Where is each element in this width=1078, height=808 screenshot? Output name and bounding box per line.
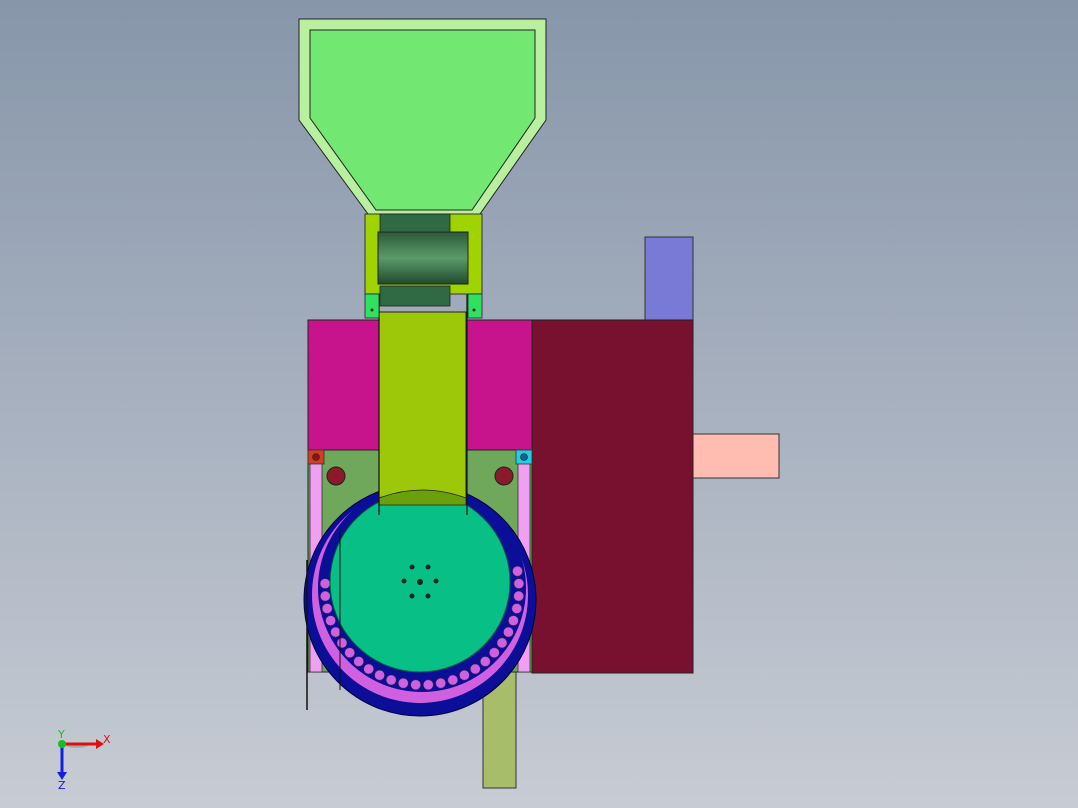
- rotor-tooth: [513, 590, 524, 602]
- rotor-tooth: [385, 674, 397, 686]
- rotor-tooth: [320, 590, 331, 602]
- rotor-tooth: [325, 615, 336, 626]
- rotor-tooth: [470, 663, 481, 675]
- x-axis-label: X: [103, 733, 111, 746]
- rotor-tooth: [319, 578, 331, 589]
- rotor-tooth: [353, 656, 364, 667]
- rotor-tooth: [511, 603, 523, 614]
- rotor-tooth: [459, 669, 470, 681]
- rotor-tooth: [363, 663, 374, 675]
- rotor-tooth: [374, 669, 385, 681]
- rotor-tooth: [344, 647, 355, 658]
- rotor-tooth: [512, 565, 523, 577]
- motor-block[interactable]: [644, 236, 694, 322]
- cad-viewport[interactable]: X Y Z: [0, 0, 1078, 808]
- z-axis-label: Z: [58, 779, 66, 792]
- rotor-tooth: [480, 656, 491, 667]
- rotor-tooth: [447, 674, 459, 686]
- rotor-tooth: [489, 647, 500, 658]
- rotor-tooth: [398, 677, 409, 689]
- y-axis-label: Y: [57, 728, 65, 741]
- rotor-tooth: [435, 677, 446, 689]
- rotor[interactable]: [318, 484, 526, 692]
- rotor-tooth: [410, 679, 421, 691]
- feed-roller[interactable]: [364, 213, 483, 319]
- axis-triad: X Y Z: [57, 728, 111, 792]
- rotor-tooth: [330, 626, 341, 638]
- hopper[interactable]: [298, 18, 547, 215]
- side-housing[interactable]: [531, 319, 694, 674]
- rotor-tooth: [508, 615, 519, 626]
- rotor-tooth: [503, 626, 514, 638]
- rotor-tooth: [336, 637, 348, 649]
- rotor-tooth: [513, 578, 525, 589]
- rotor-tooth: [321, 603, 333, 614]
- rotor-tooth: [496, 637, 508, 649]
- rotor-tooth: [423, 679, 434, 691]
- assembly-model[interactable]: X Y Z: [0, 0, 1078, 808]
- output-shaft[interactable]: [691, 433, 780, 479]
